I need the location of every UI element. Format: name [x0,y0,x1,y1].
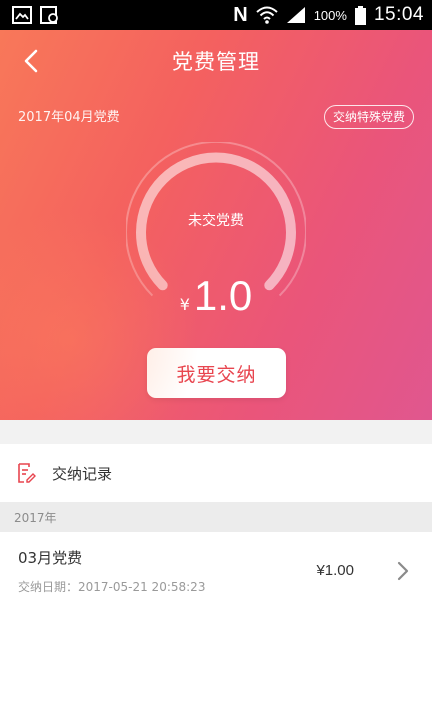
battery-percentage: 100% [313,7,347,23]
page-title: 党费管理 [172,50,260,74]
signal-icon [286,6,306,24]
year-header: 2017年 [0,502,432,532]
screenshot-notification-icon [40,6,60,24]
currency-symbol: ¥ [179,295,190,314]
battery-icon [354,5,366,25]
record-month: 03月党费 [18,549,83,567]
record-date: 交纳日期：2017-05-21 20:58:23 [18,580,206,594]
status-left [12,6,60,24]
pay-button[interactable]: 我要交纳 [147,348,286,398]
status-right: N 100% 15:04 [233,4,424,27]
chevron-left-icon [24,49,38,73]
records-header: 交纳记录 [0,444,432,502]
clock: 15:04 [373,4,424,25]
nfc-icon: N [233,3,248,26]
screen: N 100% 15:04 党费管理 2017年04月党费 交纳特殊党费 未交党费… [0,0,432,720]
special-fee-button[interactable]: 交纳特殊党费 [323,105,414,129]
status-bar: N 100% 15:04 [0,0,432,30]
period-label: 2017年04月党费 [18,110,120,125]
back-button[interactable] [14,44,48,78]
record-row[interactable]: 03月党费 交纳日期：2017-05-21 20:58:23 ¥1.00 [0,532,432,610]
chevron-right-icon [397,561,409,581]
amount-value: 1.0 [193,272,253,319]
nav-bar: 党费管理 [0,30,432,92]
wifi-icon [256,6,278,24]
document-icon [18,463,36,483]
dues-summary-panel: 党费管理 2017年04月党费 交纳特殊党费 未交党费 ¥ 1.0 我要交纳 [0,30,432,420]
record-amount: ¥1.00 [316,562,354,579]
section-divider [0,420,432,444]
unpaid-gauge: 未交党费 ¥ 1.0 [126,142,306,322]
gallery-notification-icon [12,6,32,24]
unpaid-amount: ¥ 1.0 [126,272,306,320]
records-title: 交纳记录 [52,464,113,483]
empty-area [0,610,432,720]
unpaid-label: 未交党费 [188,213,244,229]
